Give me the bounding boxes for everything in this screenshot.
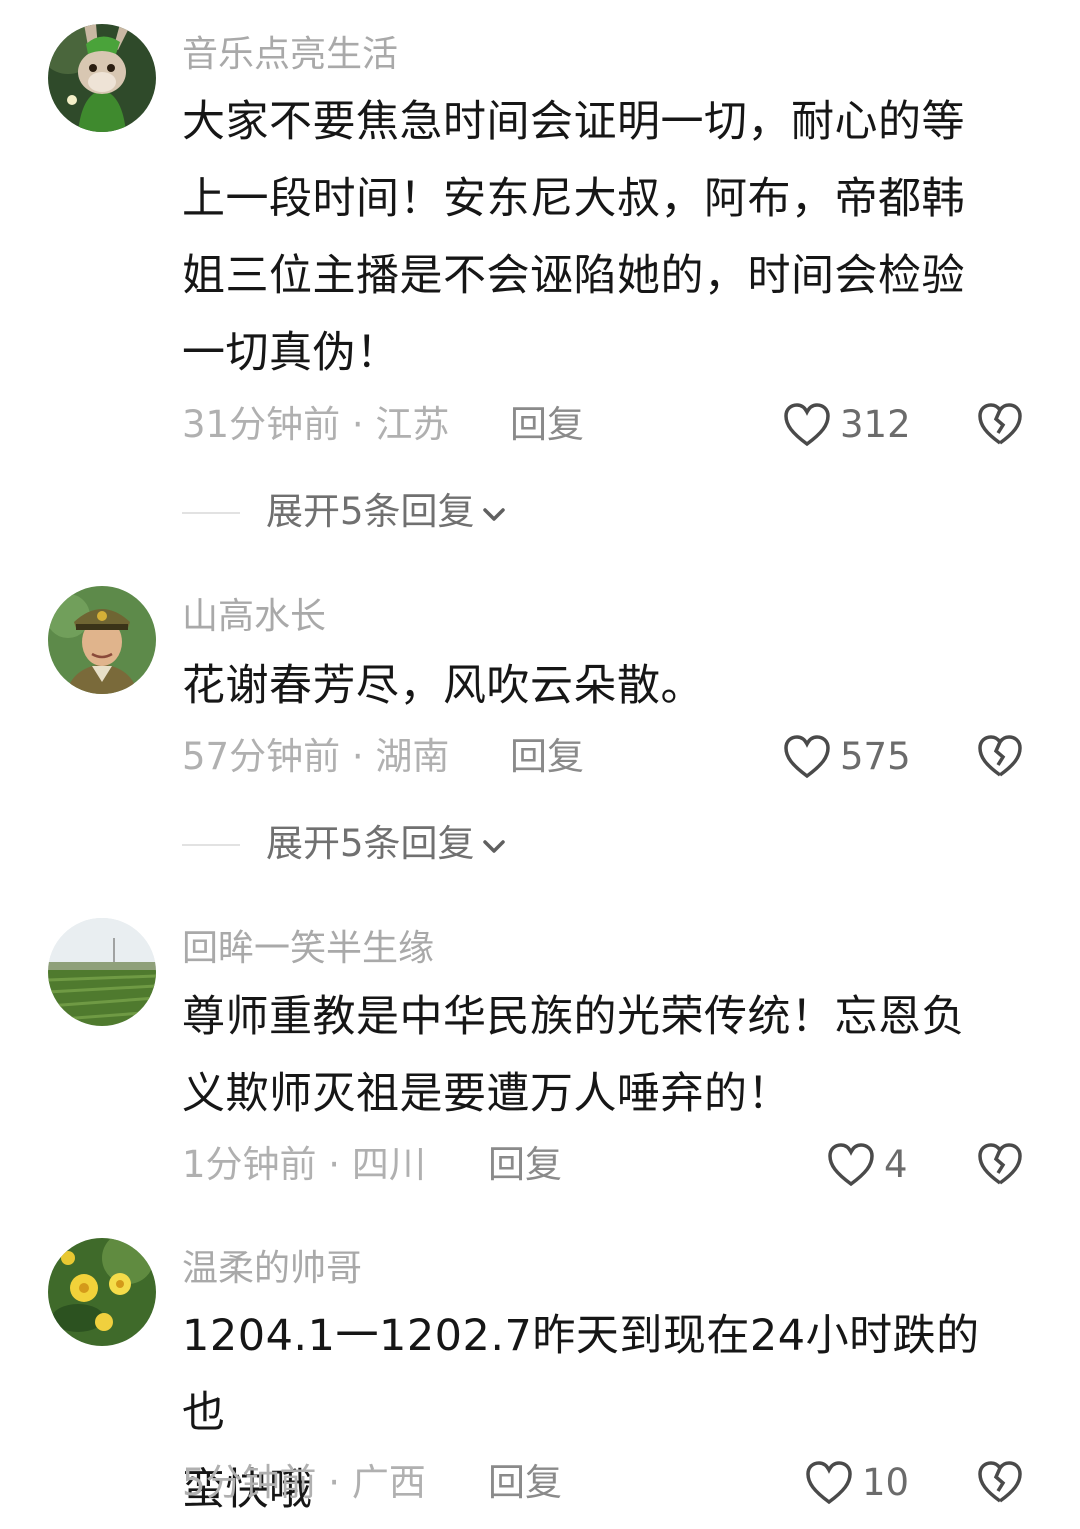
broken-heart-icon[interactable] — [976, 733, 1024, 781]
comment-text: 尊师重教是中华民族的光荣传统！忘恩负 义欺师灭祖是要遭万人唾弃的！ — [182, 979, 1012, 1133]
broken-heart-icon[interactable] — [976, 1141, 1024, 1189]
expand-replies-row: 展开5条回复 — [182, 484, 582, 540]
expand-replies-button[interactable]: 展开5条回复 — [266, 484, 509, 540]
divider-line — [182, 512, 240, 514]
comment-username[interactable]: 音乐点亮生活 — [182, 30, 398, 80]
comment-text-line: 义欺师灭祖是要遭万人唾弃的！ — [182, 1069, 791, 1119]
broken-heart-icon[interactable] — [976, 401, 1024, 449]
comment-text-line: 大家不要焦急时间会证明一切，耐心的等 — [182, 97, 965, 147]
user-avatar[interactable] — [48, 918, 156, 1026]
chevron-down-icon — [482, 507, 505, 521]
comment-text-line: 1204.1一1202.7昨天到现在24小时跌的也 — [182, 1311, 980, 1438]
heart-icon — [784, 403, 830, 447]
user-avatar[interactable] — [48, 1238, 156, 1346]
comment-meta-row: 31分钟前 · 江苏 回复 312 — [182, 397, 1062, 453]
broken-heart-icon[interactable] — [976, 1459, 1024, 1507]
comment-time-location: 1分钟前 · 四川 — [182, 1143, 426, 1186]
comment-username[interactable]: 山高水长 — [182, 592, 326, 642]
comment-text: 大家不要焦急时间会证明一切，耐心的等 上一段时间！安东尼大叔，阿布，帝都韩 姐三… — [182, 84, 1012, 392]
comment-meta-row: 57分钟前 · 湖南 回复 575 — [182, 729, 1062, 785]
chevron-down-icon — [482, 839, 505, 853]
expand-replies-label: 展开5条回复 — [266, 822, 475, 865]
comment-text-line: 花谢春芳尽，风吹云朵散。 — [182, 661, 704, 711]
comment-time-location: 31分钟前 · 江苏 — [182, 403, 450, 446]
field-landscape-avatar-icon — [48, 918, 156, 1026]
reply-button[interactable]: 回复 — [510, 397, 584, 453]
user-avatar[interactable] — [48, 24, 156, 132]
like-count: 312 — [840, 403, 911, 446]
heart-icon — [784, 735, 830, 779]
comment-meta-row: 1分钟前 · 四川 回复 4 — [182, 1137, 1062, 1193]
yellow-flowers-avatar-icon — [48, 1238, 156, 1346]
heart-icon — [828, 1143, 874, 1187]
user-avatar[interactable] — [48, 586, 156, 694]
comment-meta-row: 5分钟前 · 广西 回复 10 — [182, 1455, 1062, 1511]
comment-username[interactable]: 回眸一笑半生缘 — [182, 924, 434, 974]
comment-text-line: 尊师重教是中华民族的光荣传统！忘恩负 — [182, 992, 965, 1042]
soldier-avatar-icon — [48, 586, 156, 694]
expand-replies-button[interactable]: 展开5条回复 — [266, 816, 509, 872]
expand-replies-row: 展开5条回复 — [182, 816, 582, 872]
reply-button[interactable]: 回复 — [488, 1137, 562, 1193]
reply-button[interactable]: 回复 — [510, 729, 584, 785]
like-count: 10 — [862, 1461, 910, 1504]
expand-replies-label: 展开5条回复 — [266, 490, 475, 533]
comment-username[interactable]: 温柔的帅哥 — [182, 1244, 362, 1294]
reply-button[interactable]: 回复 — [488, 1455, 562, 1511]
comment-text-line: 上一段时间！安东尼大叔，阿布，帝都韩 — [182, 174, 965, 224]
divider-line — [182, 844, 240, 846]
like-count: 575 — [840, 735, 911, 778]
comment-text-line: 姐三位主播是不会诬陷她的，时间会检验 — [182, 251, 965, 301]
like-count: 4 — [884, 1143, 908, 1186]
comment-time-location: 57分钟前 · 湖南 — [182, 735, 450, 778]
comment-text-line: 一切真伪！ — [182, 328, 400, 378]
heart-icon — [806, 1461, 852, 1505]
comment-text: 花谢春芳尽，风吹云朵散。 — [182, 648, 1012, 725]
comment-time-location: 5分钟前 · 广西 — [182, 1461, 426, 1504]
rabbit-avatar-icon — [48, 24, 156, 132]
